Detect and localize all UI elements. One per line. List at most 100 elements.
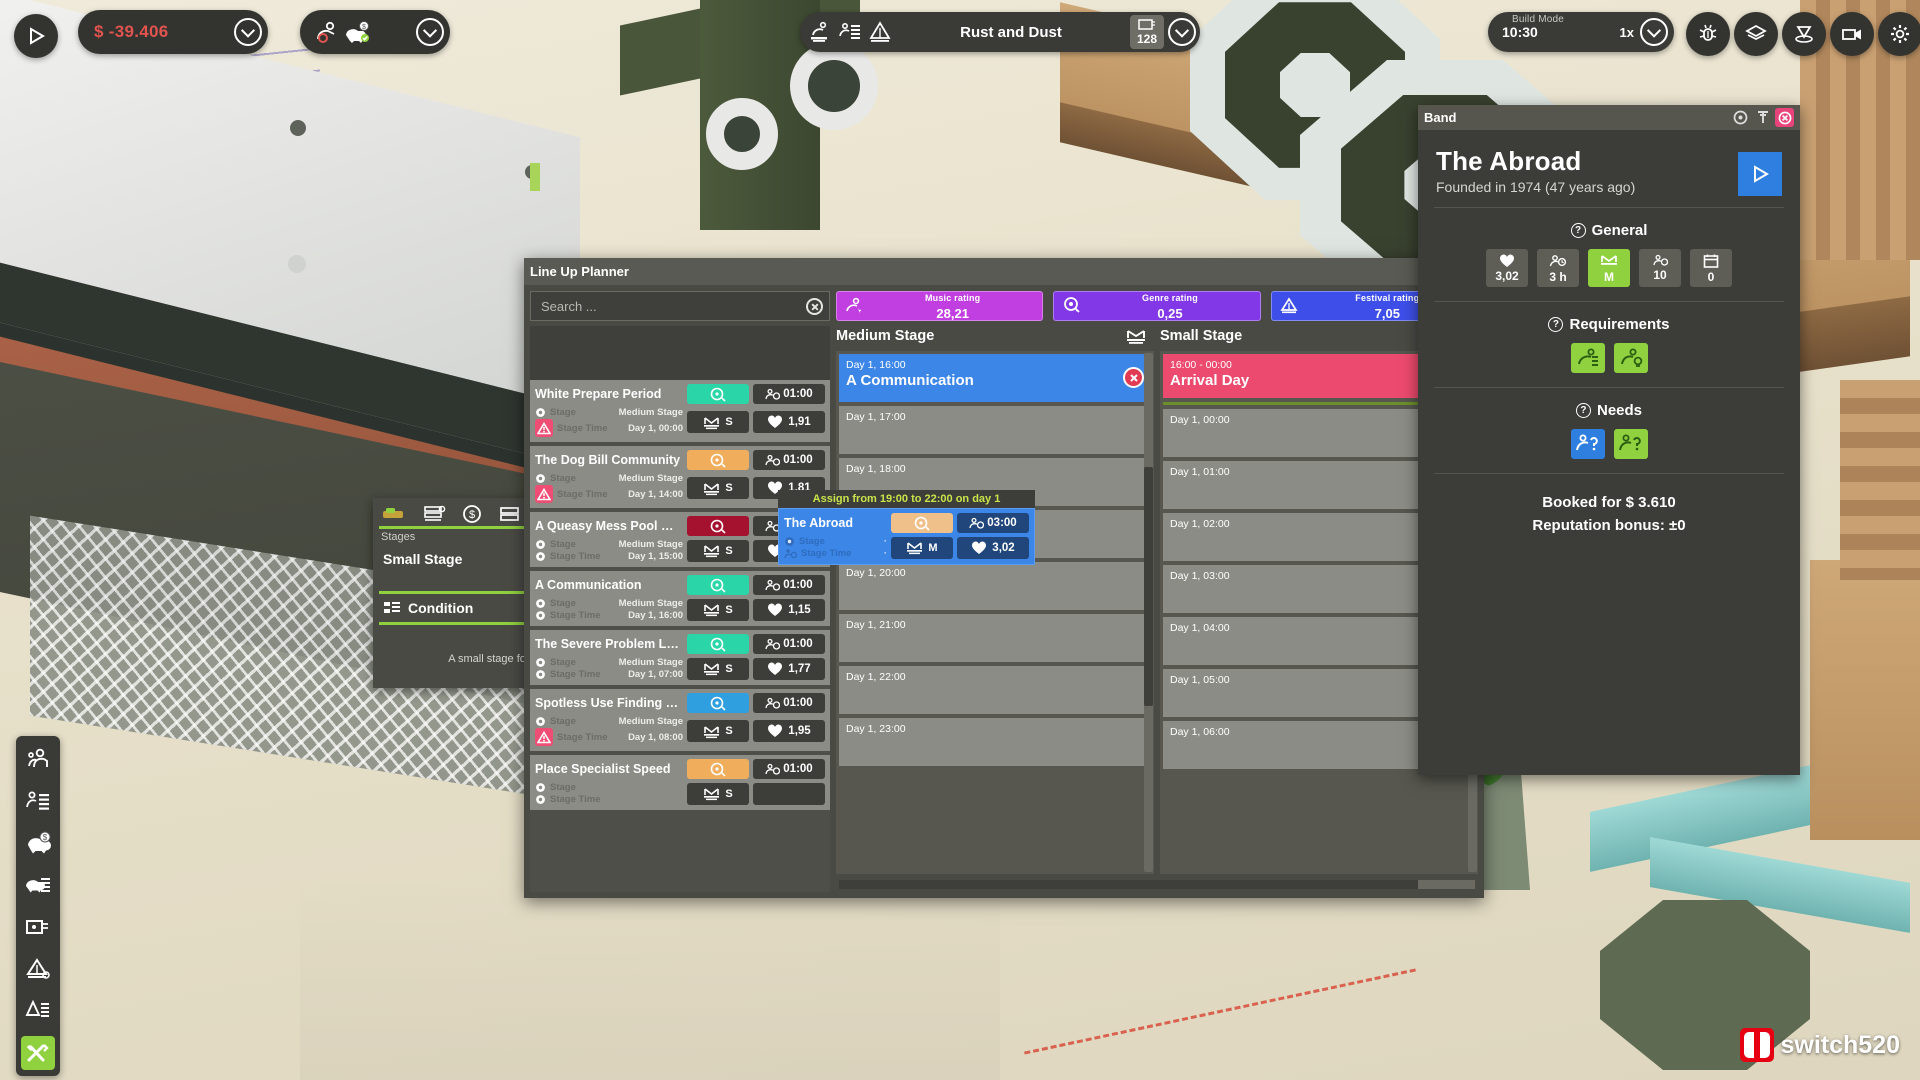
money-display[interactable]: $ -39.406 <box>78 10 268 54</box>
slot-time: Day 1, 16:00 <box>846 359 1144 371</box>
watermark-text: switch520 <box>1780 1031 1900 1060</box>
build-mode-dropdown-icon[interactable] <box>1640 18 1668 46</box>
band-list-item[interactable]: Place Specialist Speed 01:00 Stage Stage… <box>530 755 830 810</box>
schedule-slot-empty[interactable]: Day 1, 20:00 <box>839 562 1151 610</box>
pin-icon[interactable] <box>1753 108 1772 127</box>
target-icon[interactable] <box>1731 108 1750 127</box>
sidebar-item-visitor-stats[interactable] <box>21 784 55 818</box>
camera-button[interactable] <box>1830 12 1874 56</box>
band-stage-row: Stage Medium Stage <box>535 716 683 727</box>
play-pause-button[interactable] <box>14 14 58 58</box>
rating-chip[interactable]: Genre rating 0,25 <box>1053 291 1260 321</box>
requirement-crew-icon[interactable] <box>1614 343 1648 373</box>
band-list[interactable]: White Prepare Period 01:00 Stage Medium … <box>530 326 830 892</box>
planner-titlebar[interactable]: Line Up Planner <box>524 258 1484 285</box>
dragged-band-rating: 3,02 <box>957 537 1029 559</box>
layers-button[interactable] <box>1734 12 1778 56</box>
general-stats-row: 3,02 3 h M 10 0 <box>1418 249 1800 301</box>
debug-button[interactable] <box>1686 12 1730 56</box>
band-list-item[interactable]: White Prepare Period 01:00 Stage Medium … <box>530 380 830 442</box>
path-icon[interactable] <box>422 504 446 524</box>
needs-heading-label: Needs <box>1597 402 1642 419</box>
horizontal-scrollbar[interactable] <box>839 880 1475 889</box>
band-list-item[interactable]: Spotless Use Finding Em... 01:00 Stage M… <box>530 689 830 751</box>
heart-icon <box>971 541 987 555</box>
terrain-button[interactable] <box>1782 12 1826 56</box>
band-genre-badge <box>687 516 749 536</box>
schedule-slot-empty[interactable]: Day 1, 17:00 <box>839 406 1151 454</box>
band-size-value: S <box>725 725 732 737</box>
close-icon[interactable] <box>1775 108 1794 127</box>
festival-header-bar[interactable]: Rust and Dust 128 <box>800 12 1200 52</box>
band-list-item[interactable]: The Severe Problem Lea... 01:00 Stage Me… <box>530 630 830 685</box>
schedule-slot-empty[interactable]: Day 1, 21:00 <box>839 614 1151 662</box>
rating-value: 0,25 <box>1157 306 1182 321</box>
help-icon[interactable]: ? <box>1571 223 1586 238</box>
band-duration-value: 01:00 <box>783 579 812 591</box>
remove-icon[interactable] <box>1123 367 1144 388</box>
stage-columns[interactable]: Day 1, 16:00A CommunicationDay 1, 17:00 D… <box>836 351 1478 874</box>
band-preview-button[interactable] <box>1738 152 1782 196</box>
sidebar-item-build-tools[interactable] <box>21 1036 55 1070</box>
sidebar-item-finance-stats[interactable] <box>21 868 55 902</box>
slot-time: Day 1, 18:00 <box>846 463 1144 475</box>
dragged-band-meta: Stage · Stage Time · <box>784 536 887 559</box>
dragged-rating-value: 3,02 <box>992 542 1014 554</box>
band-list-column[interactable]: White Prepare Period 01:00 Stage Medium … <box>530 291 830 892</box>
search-box[interactable] <box>530 291 830 321</box>
settings-button[interactable] <box>1878 12 1920 56</box>
stage-dot-icon <box>784 536 795 547</box>
money-dropdown-icon[interactable] <box>234 18 262 46</box>
need-met-icon[interactable] <box>1614 429 1648 459</box>
schedule-slot-empty[interactable]: Day 1, 22:00 <box>839 666 1151 714</box>
band-duration: 01:00 <box>753 693 825 713</box>
band-panel-titlebar[interactable]: Band <box>1418 105 1800 130</box>
band-list-item[interactable]: A Communication 01:00 Stage Medium Stage… <box>530 571 830 626</box>
stage-schedule-column[interactable]: Day 1, 16:00A CommunicationDay 1, 17:00 D… <box>836 351 1154 874</box>
bench-icon[interactable] <box>498 504 522 524</box>
roof-knob <box>288 255 306 273</box>
requirement-stage-icon[interactable] <box>1571 343 1605 373</box>
schedule-column[interactable]: Music rating 28,21 Genre rating 0,25 Fes… <box>836 291 1478 892</box>
rating-value: 28,21 <box>936 306 969 321</box>
bug-icon <box>1697 23 1719 45</box>
band-duration-value: 01:00 <box>783 454 812 466</box>
band-stage-label: Stage <box>550 539 615 550</box>
clear-icon[interactable] <box>806 298 823 315</box>
decoration-icon[interactable] <box>381 504 407 524</box>
search-input[interactable] <box>541 299 806 314</box>
need-unknown-icon[interactable] <box>1571 429 1605 459</box>
crowd-icon <box>969 517 984 530</box>
stage-icon[interactable] <box>1126 327 1146 345</box>
finance-icon: $ <box>25 831 51 855</box>
lineup-planner-window[interactable]: Line Up Planner White Prepare Period <box>524 258 1484 898</box>
help-icon[interactable]: ? <box>1548 317 1563 332</box>
schedule-slot-booked[interactable]: Day 1, 16:00A Communication <box>839 354 1151 402</box>
help-icon[interactable]: ? <box>1576 403 1591 418</box>
band-time-label: Stage Time <box>550 610 624 621</box>
stats-dropdown-icon[interactable] <box>416 18 444 46</box>
dragged-band-card[interactable]: The Abroad 03:00 Stage · <box>778 508 1035 565</box>
sidebar-item-visitors[interactable] <box>21 742 55 776</box>
booking-summary: Booked for $ 3.610 Reputation bonus: ±0 <box>1418 474 1800 537</box>
band-duration: 01:00 <box>753 384 825 404</box>
visitor-count-badge[interactable]: 128 <box>1130 15 1164 49</box>
warning-icon <box>535 485 553 503</box>
stats-display[interactable]: $ <box>300 10 450 54</box>
schedule-slot-empty[interactable]: Day 1, 23:00 <box>839 718 1151 766</box>
festival-dropdown-icon[interactable] <box>1168 18 1196 46</box>
shop-icon[interactable]: $ <box>461 504 483 524</box>
band-info-window[interactable]: Band The Abroad Founded in 1974 (47 year… <box>1418 105 1800 775</box>
sidebar-item-finance[interactable]: $ <box>21 826 55 860</box>
stat-box: 0 <box>1690 249 1732 287</box>
band-stage-value: Medium Stage <box>619 657 683 668</box>
band-stage-size: S <box>687 540 749 562</box>
sidebar-item-ticket[interactable] <box>21 910 55 944</box>
sidebar-item-festival[interactable] <box>21 952 55 986</box>
rating-chip[interactable]: Music rating 28,21 <box>836 291 1043 321</box>
visitor-count-value: 128 <box>1137 32 1157 46</box>
band-rating-value: 1,91 <box>788 416 810 428</box>
left-sidebar[interactable]: $ <box>16 736 60 1076</box>
schedule-scrollbar[interactable] <box>1144 353 1153 872</box>
sidebar-item-festival-stats[interactable] <box>21 994 55 1028</box>
